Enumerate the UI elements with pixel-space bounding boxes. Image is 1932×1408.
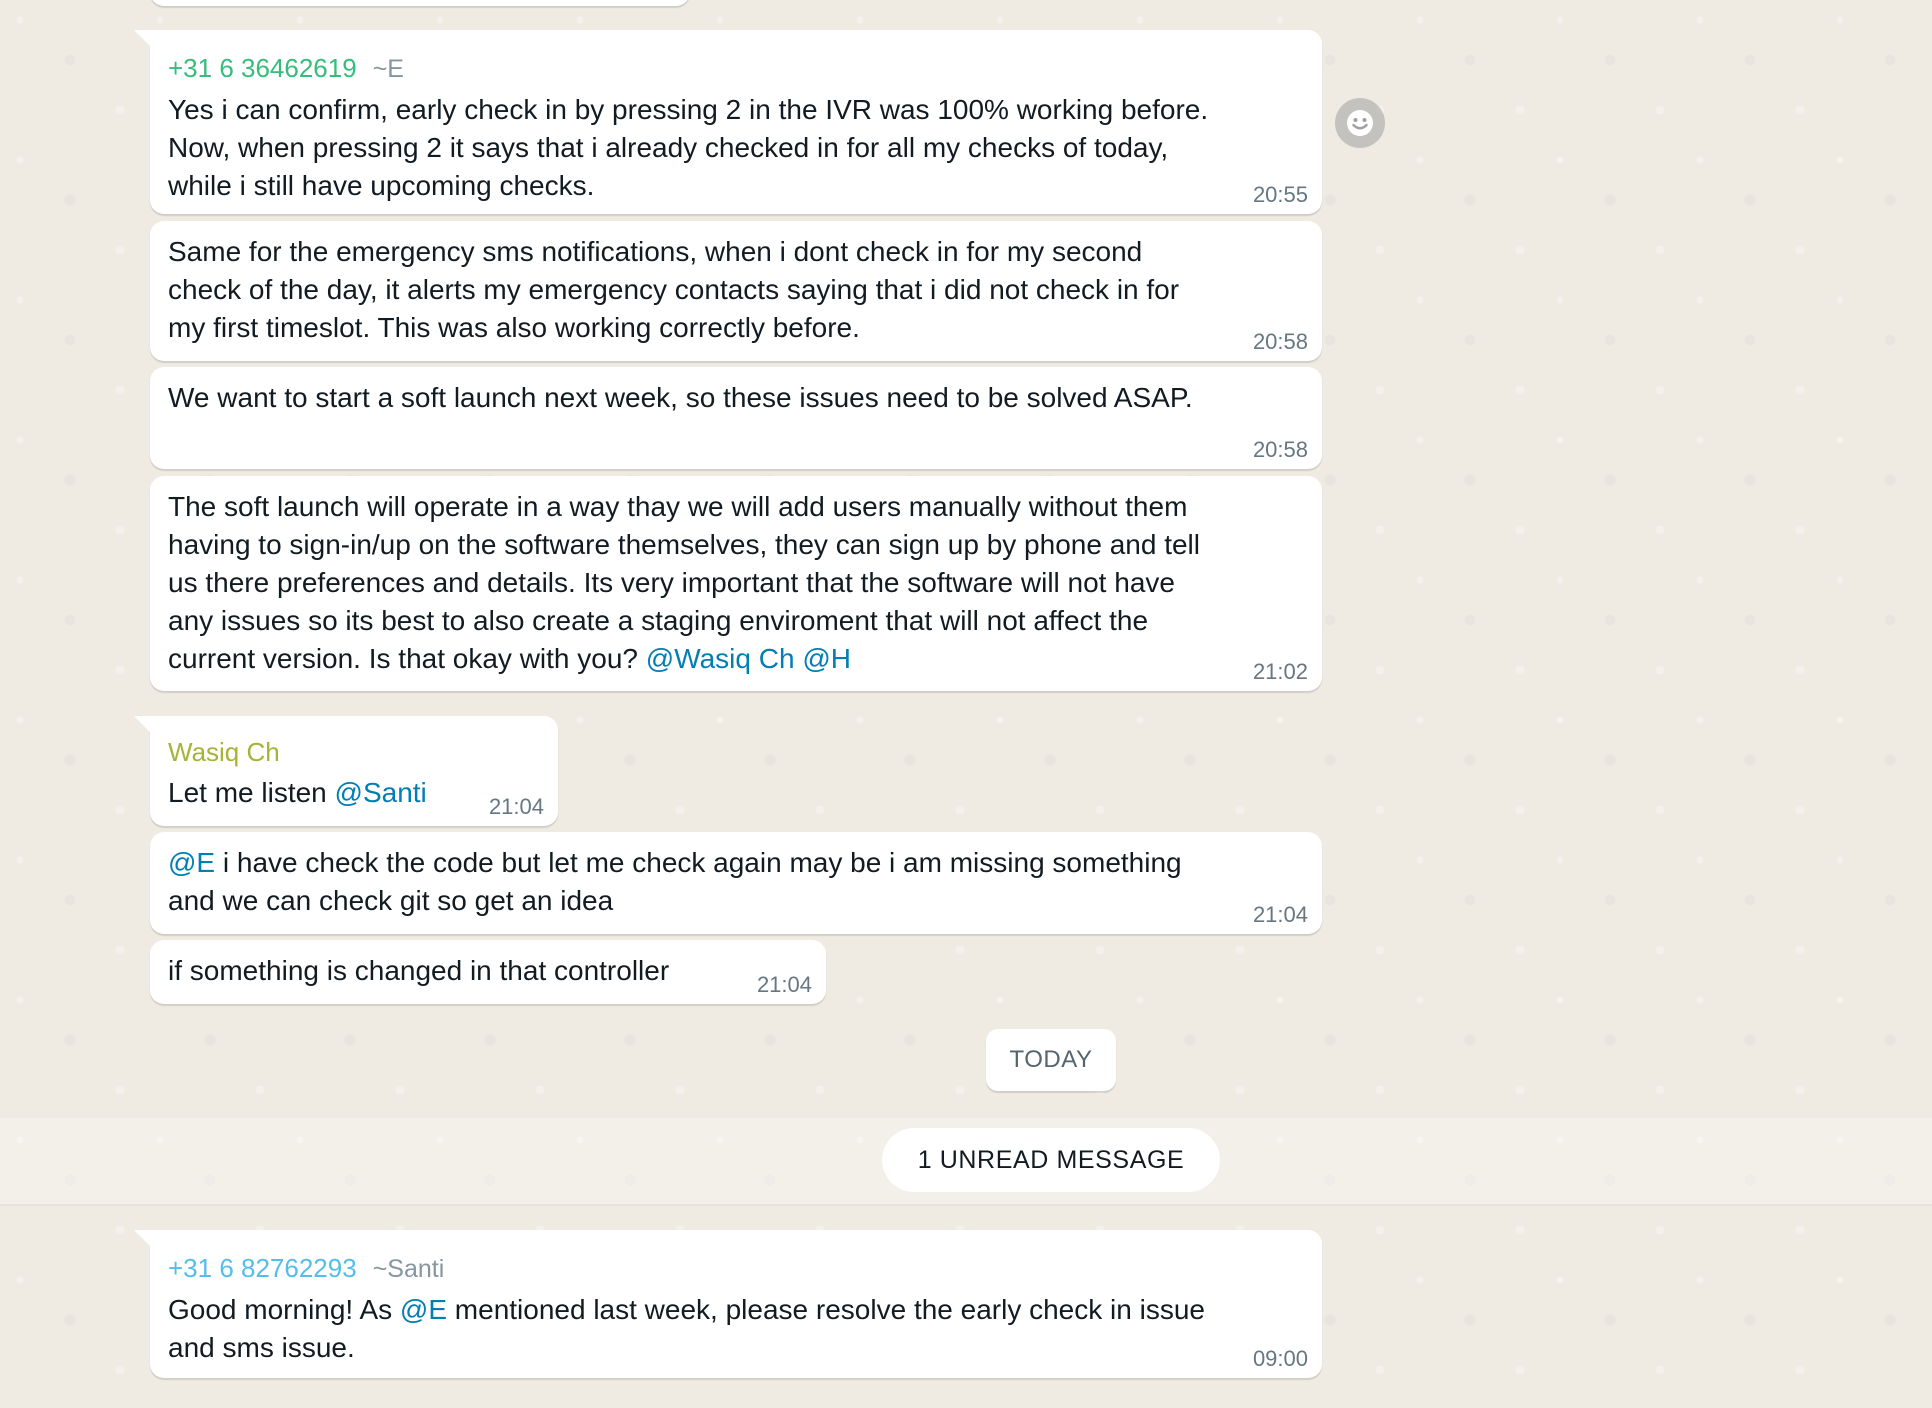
reaction-emoji-button[interactable] [1335, 98, 1385, 148]
mention-link[interactable]: @Wasiq Ch [646, 643, 795, 674]
message-bubble[interactable]: Wasiq Ch Let me listen @Santi 21:04 [134, 716, 558, 826]
message-text: The soft launch will operate in a way th… [168, 488, 1222, 678]
date-divider: TODAY [986, 1029, 1116, 1091]
message-bubble[interactable]: Same for the emergency sms notifications… [150, 221, 1322, 361]
message-text: Let me listen @Santi [168, 774, 458, 812]
message-text: Same for the emergency sms notifications… [168, 236, 1180, 343]
message-text: Good morning! As @E mentioned last week,… [168, 1291, 1222, 1367]
message-text: @E i have check the code but let me chec… [168, 844, 1222, 920]
message-time: 20:55 [1252, 182, 1308, 207]
sender-alias: ~Santi [372, 1255, 445, 1283]
message-time: 21:02 [1252, 659, 1308, 684]
previous-message-bubble[interactable] [150, 0, 690, 6]
message-bubble[interactable]: @E i have check the code but let me chec… [150, 832, 1322, 934]
sender-alias: ~E [372, 55, 404, 83]
message-text: if something is changed in that controll… [168, 955, 670, 986]
message-time: 20:58 [1252, 329, 1308, 354]
sender-phone[interactable]: +31 6 82762293 [168, 1250, 357, 1286]
message-bubble[interactable]: The soft launch will operate in a way th… [150, 476, 1322, 691]
message-bubble[interactable]: +31 6 36462619 ~E Yes i can confirm, ear… [134, 30, 1322, 214]
sender-phone[interactable]: +31 6 36462619 [168, 50, 357, 86]
message-time: 20:58 [1252, 437, 1308, 462]
message-sender: +31 6 36462619 ~E [168, 50, 1222, 87]
sender-name[interactable]: Wasiq Ch [168, 734, 280, 770]
message-text: Yes i can confirm, early check in by pre… [168, 94, 1209, 201]
message-sender: +31 6 82762293 ~Santi [168, 1250, 1222, 1287]
message-time: 21:04 [488, 794, 544, 819]
message-bubble[interactable]: if something is changed in that controll… [150, 940, 826, 1004]
mention-link[interactable]: @H [802, 643, 851, 674]
message-time: 21:04 [1252, 902, 1308, 927]
mention-link[interactable]: @Santi [335, 777, 427, 808]
message-text-before: Good morning! As [168, 1294, 393, 1325]
message-text-body: i have check the code but let me check a… [168, 847, 1182, 916]
message-text: We want to start a soft launch next week… [168, 382, 1193, 413]
emoji-smile-icon [1347, 110, 1373, 136]
message-time: 09:00 [1252, 1346, 1308, 1371]
mention-link[interactable]: @E [168, 847, 215, 878]
unread-messages-divider: 1 UNREAD MESSAGE [882, 1128, 1220, 1192]
mention-link[interactable]: @E [400, 1294, 447, 1325]
message-bubble[interactable]: We want to start a soft launch next week… [150, 367, 1322, 469]
message-sender: Wasiq Ch [168, 734, 458, 770]
message-text-body: Let me listen [168, 777, 327, 808]
message-time: 21:04 [756, 972, 812, 997]
message-bubble[interactable]: +31 6 82762293 ~Santi Good morning! As @… [134, 1230, 1322, 1378]
